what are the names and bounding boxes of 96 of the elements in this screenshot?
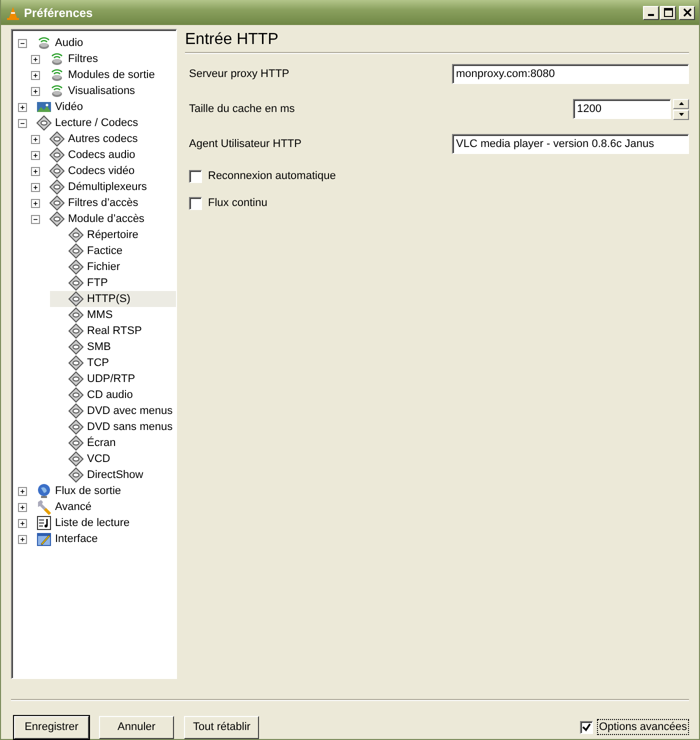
input-field[interactable]: monproxy.com:8080 [452, 64, 689, 84]
tree-item[interactable]: Codecs vidéo [68, 165, 135, 177]
window-title: Préférences [24, 6, 94, 20]
tree-item[interactable]: Lecture / Codecs [55, 117, 138, 129]
tree-item[interactable]: Codecs audio [68, 149, 136, 161]
maximize-icon [664, 8, 672, 17]
plus-icon [19, 488, 26, 494]
tree-item[interactable]: VCD [87, 453, 110, 465]
section-heading: Entrée HTTP [185, 29, 689, 53]
tree-item[interactable]: Filtres d’accès [68, 197, 138, 209]
maximize-button[interactable] [660, 6, 676, 20]
tree-item[interactable]: Écran [87, 437, 116, 449]
checkbox[interactable] [580, 720, 593, 734]
expand-toggle[interactable] [31, 150, 40, 160]
tree-item[interactable]: Vidéo [55, 101, 83, 113]
tree-item[interactable]: Visualisations [68, 85, 136, 97]
tree-item[interactable]: Liste de lecture [55, 517, 130, 529]
globe-icon [36, 483, 52, 499]
tree-item[interactable]: Audio [55, 37, 84, 49]
expand-toggle[interactable] [18, 502, 27, 512]
plus-icon [19, 504, 26, 510]
down-arrow-icon [678, 113, 684, 116]
plus-icon [32, 184, 39, 190]
setting-label: Agent Utilisateur HTTP [189, 138, 302, 150]
checkbox-label: Flux continu [208, 197, 268, 209]
window-pencil-icon [36, 531, 52, 547]
expand-toggle[interactable] [31, 86, 40, 96]
tree-item[interactable]: Fichier [87, 261, 120, 273]
number-field[interactable]: 1200 [573, 98, 671, 118]
tree-item[interactable]: Flux de sortie [55, 485, 122, 497]
tree-item[interactable]: DirectShow [87, 469, 144, 481]
dialog-button[interactable]: Annuler [99, 716, 174, 738]
expand-toggle[interactable] [31, 54, 40, 64]
expand-toggle[interactable] [18, 534, 27, 544]
plus-icon [19, 520, 26, 526]
setting-label: Serveur proxy HTTP [189, 68, 290, 80]
plus-icon [32, 168, 39, 174]
tree-item[interactable]: Module d’accès [68, 213, 144, 225]
tree-item[interactable]: TCP [87, 357, 109, 369]
tree-item[interactable]: DVD sans menus [87, 421, 173, 433]
plus-icon [32, 152, 39, 158]
tree-item[interactable]: Real RTSP [87, 325, 142, 337]
expand-toggle[interactable] [31, 134, 40, 144]
plus-icon [32, 56, 39, 62]
setting-label: Taille du cache en ms [189, 103, 295, 115]
close-icon [682, 8, 692, 17]
plus-icon [19, 104, 26, 110]
plus-icon [32, 88, 39, 94]
tree-item[interactable]: Filtres [68, 53, 98, 65]
tree-item[interactable]: UDP/RTP [87, 373, 136, 385]
expand-toggle[interactable] [31, 182, 40, 192]
minimize-icon [648, 14, 654, 16]
speaker-icon [49, 83, 65, 99]
plus-icon [32, 72, 39, 78]
close-button[interactable] [679, 6, 695, 20]
playlist-icon [36, 515, 52, 531]
tree-item[interactable]: Autres codecs [68, 133, 138, 145]
checkbox-label: Reconnexion automatique [208, 170, 336, 182]
tree-item[interactable]: Interface [55, 533, 98, 545]
checkbox-label[interactable]: Options avancées [596, 719, 689, 735]
tree-item[interactable]: Démultiplexeurs [68, 181, 147, 193]
tree-item[interactable]: Avancé [55, 501, 92, 513]
expand-toggle[interactable] [18, 102, 27, 112]
tree-item[interactable]: DVD avec menus [87, 405, 173, 417]
collapse-toggle[interactable] [31, 214, 40, 224]
collapse-toggle[interactable] [18, 38, 27, 48]
expand-toggle[interactable] [31, 166, 40, 176]
expand-toggle[interactable] [18, 518, 27, 528]
landscape-icon [36, 99, 52, 115]
plus-icon [32, 136, 39, 142]
minimize-button[interactable] [643, 6, 659, 20]
expand-toggle[interactable] [31, 198, 40, 208]
plus-icon [19, 536, 26, 542]
tree-item[interactable]: FTP [87, 277, 108, 289]
speaker-icon [49, 51, 65, 67]
speaker-icon [36, 35, 52, 51]
dialog-button[interactable]: Enregistrer [14, 716, 89, 738]
expand-toggle[interactable] [31, 70, 40, 80]
checkbox[interactable] [189, 196, 202, 210]
checkbox[interactable] [189, 170, 202, 182]
tree-item[interactable]: Factice [87, 245, 122, 257]
tree-item[interactable]: SMB [87, 341, 111, 353]
expand-toggle[interactable] [18, 486, 27, 496]
collapse-toggle[interactable] [18, 118, 27, 128]
tree-item[interactable]: MMS [87, 309, 113, 321]
tree-item[interactable]: CD audio [87, 389, 133, 401]
tree-item[interactable]: Modules de sortie [68, 69, 155, 81]
spin-up-button[interactable] [673, 98, 689, 108]
traffic-cone-icon [6, 6, 20, 20]
tree-item[interactable]: Répertoire [87, 229, 138, 241]
spin-down-button[interactable] [673, 110, 689, 120]
speaker-icon [49, 67, 65, 83]
plus-icon [32, 200, 39, 206]
dialog-button[interactable]: Tout rétablir [184, 716, 260, 738]
up-arrow-icon [678, 102, 684, 105]
input-field[interactable]: VLC media player - version 0.8.6c Janus [452, 134, 689, 154]
